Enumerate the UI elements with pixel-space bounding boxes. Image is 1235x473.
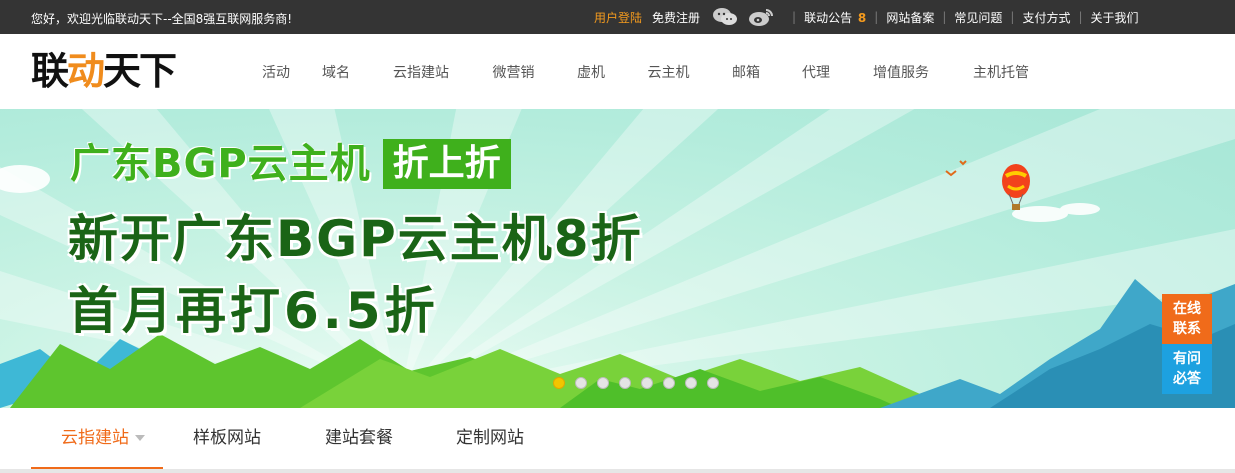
main-nav: 活动 域名 云指建站 微营销 虚机 云主机 邮箱 代理 增值服务 主机托管 <box>246 34 1031 109</box>
divider: | <box>874 10 879 24</box>
online-contact-line1: 在线 <box>1173 301 1201 317</box>
tab-custom-sites[interactable]: 定制网站 <box>456 408 524 469</box>
logo-text-b: 动 <box>67 49 105 93</box>
online-contact-button[interactable]: 在线 联系 <box>1162 294 1212 344</box>
qa-line1: 有问 <box>1173 351 1201 367</box>
welcome-text: 您好，欢迎光临联动天下--全国8强互联网服务商! <box>31 12 293 26</box>
logo-text-a: 联 <box>31 49 69 93</box>
slide-dot[interactable] <box>575 377 587 389</box>
nav-item-site-builder[interactable]: 云指建站 <box>391 62 451 82</box>
wechat-icon[interactable] <box>712 7 738 27</box>
slide-dot[interactable] <box>553 377 565 389</box>
nav-item-hosting[interactable]: 主机托管 <box>971 62 1031 82</box>
register-link[interactable]: 免费注册 <box>652 9 700 26</box>
nav-item-micro-marketing[interactable]: 微营销 <box>491 62 536 82</box>
weibo-icon[interactable] <box>748 7 774 27</box>
banner-badge: 折上折 <box>382 139 511 189</box>
tab-template-sites[interactable]: 样板网站 <box>193 408 261 469</box>
nav-item-mail[interactable]: 邮箱 <box>731 62 761 82</box>
divider: | <box>1010 10 1015 24</box>
nav-item-cloud-host[interactable]: 云主机 <box>646 62 691 82</box>
notice-label: 联动公告 <box>804 10 853 25</box>
tab-label: 云指建站 <box>61 428 129 448</box>
about-link[interactable]: 关于我们 <box>1091 9 1139 26</box>
qa-button[interactable]: 有问 必答 <box>1162 344 1212 394</box>
banner-subtitle: 新开广东BGP云主机8折 <box>68 210 643 268</box>
sub-nav: 云指建站 样板网站 建站套餐 定制网站 <box>0 408 1235 473</box>
hero-banner[interactable]: 广东BGP云主机 折上折 新开广东BGP云主机8折 首月再打6.5折 <box>0 109 1235 408</box>
beian-link[interactable]: 网站备案 <box>886 9 934 26</box>
notice-count: 8 <box>857 10 867 25</box>
nav-item-activity[interactable]: 活动 <box>246 62 306 82</box>
top-links: 用户登陆 免费注册 | 联动公告 8 | 网站备案 | 常见问题 | 支付方式 … <box>594 0 1139 34</box>
nav-item-domain[interactable]: 域名 <box>321 62 351 82</box>
nav-item-value-added[interactable]: 增值服务 <box>871 62 931 82</box>
tab-site-packages[interactable]: 建站套餐 <box>325 408 393 469</box>
banner-headline: 广东BGP云主机 折上折 <box>70 139 511 189</box>
site-logo[interactable]: 联动天下 <box>31 48 177 94</box>
slide-dot[interactable] <box>685 377 697 389</box>
slide-dot[interactable] <box>707 377 719 389</box>
payment-link[interactable]: 支付方式 <box>1022 9 1070 26</box>
top-bar: 您好，欢迎光临联动天下--全国8强互联网服务商! 用户登陆 免费注册 | 联动公… <box>0 0 1235 34</box>
logo-text-c: 天下 <box>103 49 177 93</box>
divider: | <box>792 10 797 24</box>
slide-indicators <box>553 377 729 389</box>
divider: | <box>1078 10 1083 24</box>
faq-link[interactable]: 常见问题 <box>954 9 1002 26</box>
banner-offer: 首月再打6.5折 <box>68 282 439 340</box>
notice-link[interactable]: 联动公告 8 <box>804 9 866 26</box>
slide-dot[interactable] <box>619 377 631 389</box>
login-link[interactable]: 用户登陆 <box>594 9 642 26</box>
slide-dot[interactable] <box>597 377 609 389</box>
tab-site-builder[interactable]: 云指建站 <box>31 408 163 469</box>
nav-item-agent[interactable]: 代理 <box>801 62 831 82</box>
slide-dot[interactable] <box>641 377 653 389</box>
nav-item-virtual-host[interactable]: 虚机 <box>576 62 606 82</box>
site-header: 联动天下 活动 域名 云指建站 微营销 虚机 云主机 邮箱 代理 增值服务 主机… <box>0 34 1235 109</box>
slide-dot[interactable] <box>663 377 675 389</box>
qa-line2: 必答 <box>1173 371 1201 387</box>
chevron-down-icon <box>135 435 145 441</box>
online-contact-line2: 联系 <box>1173 321 1201 337</box>
banner-title: 广东BGP云主机 <box>70 141 371 187</box>
divider: | <box>942 10 947 24</box>
